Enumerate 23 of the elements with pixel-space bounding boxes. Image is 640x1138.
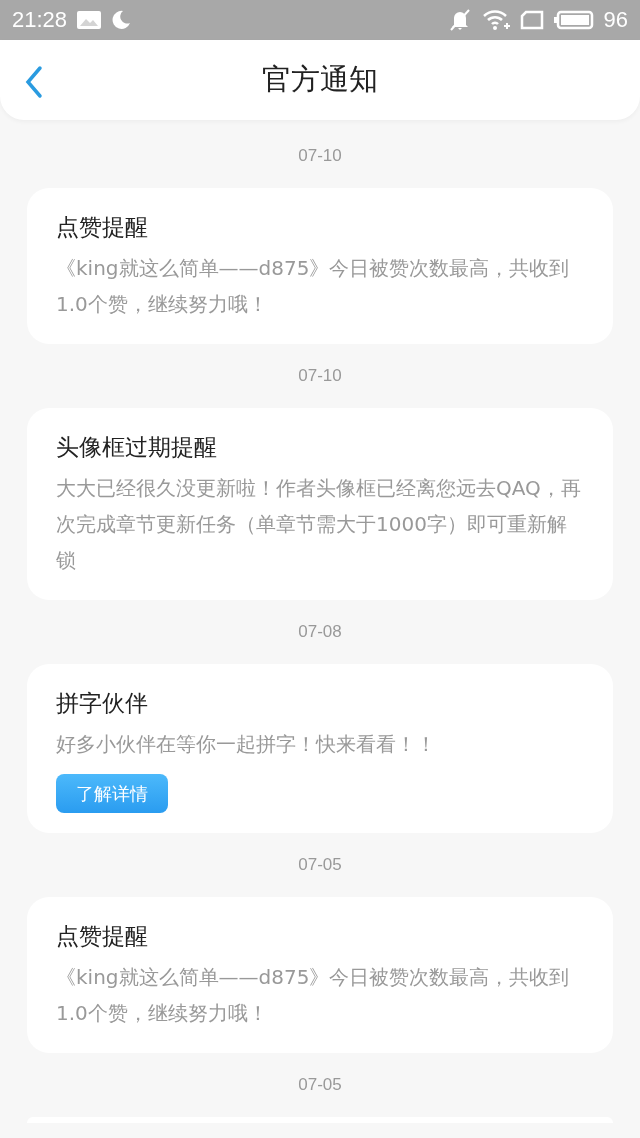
notice-date: 07-08 <box>297 621 343 643</box>
notice-text: 《king就这么简单——d875》今日被赞次数最高，共收到1.0个赞，继续努力哦！ <box>56 255 571 318</box>
moon-icon <box>111 10 132 30</box>
battery-icon <box>553 10 594 30</box>
notice-text: 好多小伙伴在等你一起拼字！快来看看！！ <box>56 731 437 758</box>
notice-date: 07-10 <box>297 365 343 387</box>
notice-date: 07-05 <box>297 1074 343 1096</box>
page-title: 官方通知 <box>262 61 378 98</box>
notice-text: 《king就这么简单——d875》今日被赞次数最高，共收到1.0个赞，继续努力哦！ <box>56 964 571 1027</box>
wifi-icon <box>481 9 510 31</box>
notice-title: 点赞提醒 <box>56 213 149 242</box>
status-time: 21:28 <box>12 7 68 33</box>
notice-date: 07-05 <box>297 854 343 876</box>
notice-date: 07-10 <box>297 145 343 167</box>
notice-text: 大大已经很久没更新啦！作者头像框已经离您远去QAQ，再次完成章节更新任务（单章节需大于1000字）即可重新解锁 <box>56 475 582 574</box>
muted-bell-icon <box>447 9 472 31</box>
battery-level: 96 <box>603 7 628 33</box>
sim-card-icon <box>519 10 544 30</box>
details-button[interactable]: 了解详情 <box>56 774 168 813</box>
notice-title: 点赞提醒 <box>56 922 149 951</box>
notice-title: 头像框过期提醒 <box>56 433 218 462</box>
notice-title: 拼字伙伴 <box>56 689 149 718</box>
picture-icon <box>77 11 102 29</box>
